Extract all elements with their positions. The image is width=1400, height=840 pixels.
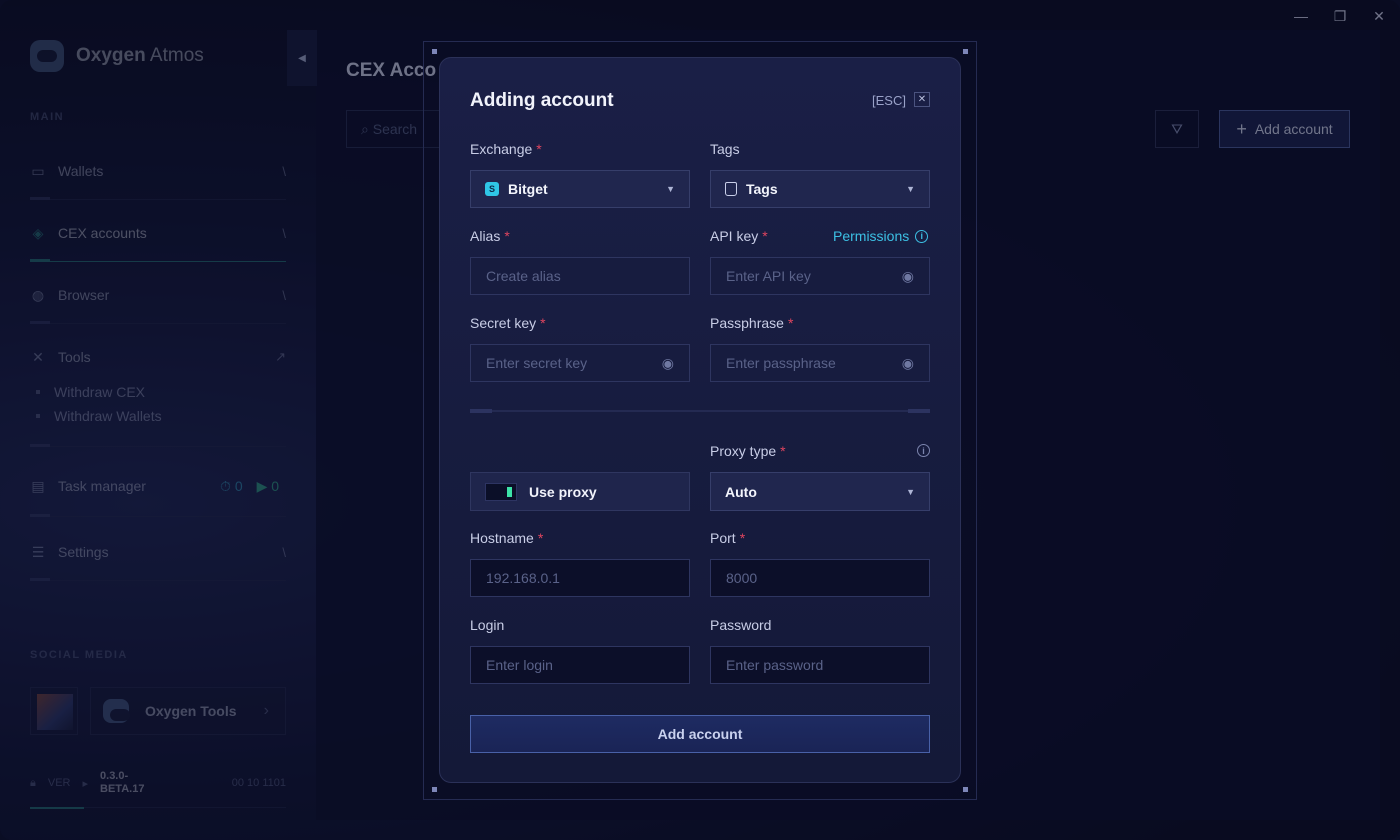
password-label: Password [710, 617, 772, 633]
passphrase-label: Passphrase * [710, 315, 794, 331]
hostname-label: Hostname * [470, 530, 544, 546]
port-input[interactable] [726, 570, 914, 586]
chevron-down-icon: ▼ [906, 486, 915, 497]
permissions-link[interactable]: Permissions i [833, 228, 929, 244]
proxy-type-select[interactable]: Auto ▼ [710, 472, 930, 511]
alias-field[interactable] [470, 257, 690, 295]
esc-hint: [ESC] [872, 93, 906, 108]
secret-key-input[interactable] [486, 355, 654, 371]
eye-icon[interactable]: ◉ [902, 355, 914, 372]
password-input[interactable] [726, 657, 914, 673]
section-divider [470, 409, 930, 413]
submit-add-account-button[interactable]: Add account [470, 715, 930, 753]
alias-input[interactable] [486, 268, 674, 284]
port-field[interactable] [710, 559, 930, 597]
api-key-input[interactable] [726, 268, 894, 284]
modal-title: Adding account [470, 90, 614, 111]
info-icon[interactable]: i [917, 444, 930, 457]
close-icon: ✕ [917, 94, 927, 105]
use-proxy-toggle[interactable]: Use proxy [470, 472, 690, 511]
api-key-label: API key * [710, 228, 768, 244]
secret-key-label: Secret key * [470, 315, 546, 331]
bitget-icon: S [485, 182, 499, 196]
secret-key-field[interactable]: ◉ [470, 344, 690, 382]
hostname-input[interactable] [486, 570, 674, 586]
login-label: Login [470, 617, 505, 633]
port-label: Port * [710, 530, 746, 546]
chevron-down-icon: ▼ [906, 184, 915, 194]
login-field[interactable] [470, 646, 690, 684]
alias-label: Alias * [470, 228, 510, 244]
eye-icon[interactable]: ◉ [902, 268, 914, 285]
api-key-field[interactable]: ◉ [710, 257, 930, 295]
toggle-switch[interactable] [485, 482, 517, 501]
close-modal-button[interactable]: ✕ [914, 92, 930, 107]
passphrase-input[interactable] [726, 355, 894, 371]
exchange-select[interactable]: S Bitget ▼ [470, 170, 690, 208]
exchange-label: Exchange * [470, 141, 542, 157]
hostname-field[interactable] [470, 559, 690, 597]
chevron-down-icon: ▼ [666, 184, 675, 194]
tag-icon [725, 182, 737, 196]
info-icon: i [915, 229, 929, 243]
tags-select[interactable]: Tags ▼ [710, 170, 930, 208]
password-field[interactable] [710, 646, 930, 684]
passphrase-field[interactable]: ◉ [710, 344, 930, 382]
eye-icon[interactable]: ◉ [662, 355, 674, 372]
proxy-type-label: Proxy type * [710, 443, 786, 459]
app-window: — ❐ ✕ Oxygen Atmos MAIN ▭ Wallets \ ◈ CE… [0, 0, 1400, 840]
tags-label: Tags [710, 141, 740, 157]
login-input[interactable] [486, 657, 674, 673]
